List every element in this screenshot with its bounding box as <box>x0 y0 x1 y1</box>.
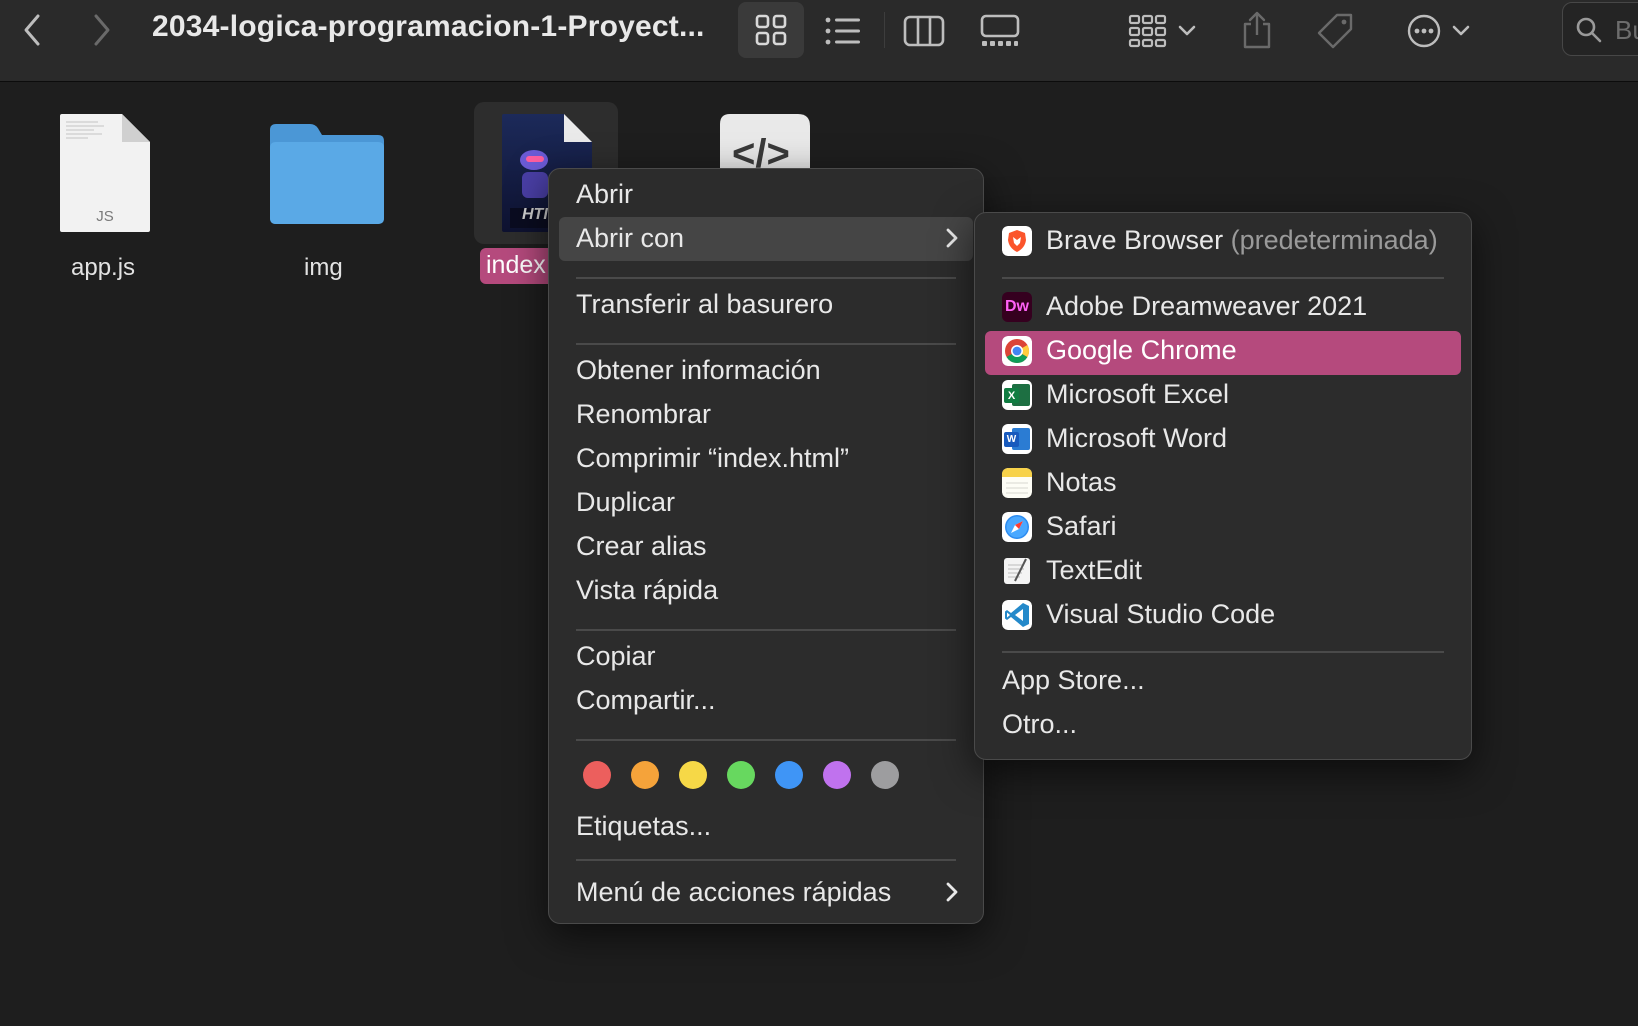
open-with-submenu: Brave Browser (predeterminada) Dw Adobe … <box>974 212 1472 760</box>
group-icon <box>1128 14 1167 48</box>
dreamweaver-icon: Dw <box>1002 292 1032 322</box>
brave-icon <box>1002 226 1032 256</box>
column-view-button[interactable] <box>898 6 950 56</box>
tag-button[interactable] <box>1310 6 1360 56</box>
gallery-view-button[interactable] <box>974 6 1026 56</box>
app-name: Safari <box>1046 511 1117 541</box>
app-item-safari[interactable]: Safari <box>985 507 1461 551</box>
folder-img[interactable]: img <box>266 122 388 282</box>
menu-item-get-info[interactable]: Obtener información <box>559 349 973 393</box>
vscode-icon <box>1002 600 1032 630</box>
file-app-js[interactable]: JS app.js <box>58 112 158 282</box>
search-field[interactable]: Bu <box>1562 2 1638 56</box>
list-view-icon <box>825 17 860 45</box>
menu-separator <box>576 277 956 279</box>
context-menu: Abrir Abrir con Transferir al basurero O… <box>548 168 984 924</box>
window-title: 2034-logica-programacion-1-Proyect... <box>152 10 705 43</box>
app-name: Microsoft Word <box>1046 423 1228 453</box>
file-name: app.js <box>71 254 136 281</box>
search-placeholder: Bu <box>1615 15 1638 45</box>
icon-view-button[interactable] <box>738 2 804 58</box>
menu-item-share[interactable]: Compartir... <box>559 679 973 723</box>
share-button[interactable] <box>1234 4 1280 56</box>
menu-item-quick-actions[interactable]: Menú de acciones rápidas <box>559 871 973 915</box>
chevron-right-icon <box>946 882 958 902</box>
folder-icon <box>270 124 384 224</box>
menu-separator <box>1002 651 1444 653</box>
column-view-icon <box>903 15 945 47</box>
file-name: img <box>304 254 343 281</box>
more-actions-button[interactable] <box>1398 6 1478 56</box>
tag-icon <box>1317 13 1353 49</box>
menu-separator <box>576 859 956 861</box>
menu-item-move-to-trash[interactable]: Transferir al basurero <box>559 283 973 327</box>
app-name: Brave Browser <box>1046 225 1224 255</box>
finder-toolbar: 2034-logica-programacion-1-Proyect... B <box>0 0 1638 82</box>
tag-color-purple[interactable] <box>823 761 851 789</box>
chrome-icon <box>1002 336 1032 366</box>
tag-color-orange[interactable] <box>631 761 659 789</box>
menu-separator <box>1002 277 1444 279</box>
app-name: Microsoft Excel <box>1046 379 1230 409</box>
list-view-button[interactable] <box>818 6 868 56</box>
file-type-label: JS <box>96 208 114 225</box>
menu-item-open[interactable]: Abrir <box>559 173 973 217</box>
app-item-word[interactable]: W Microsoft Word <box>985 419 1461 463</box>
app-name: Visual Studio Code <box>1046 599 1276 629</box>
menu-item-rename[interactable]: Renombrar <box>559 393 973 437</box>
app-item-dreamweaver[interactable]: Dw Adobe Dreamweaver 2021 <box>985 287 1461 331</box>
app-item-brave[interactable]: Brave Browser (predeterminada) <box>985 221 1461 265</box>
tag-color-blue[interactable] <box>775 761 803 789</box>
chevron-right-icon <box>94 14 110 46</box>
menu-item-other[interactable]: Otro... <box>985 703 1461 747</box>
default-suffix: (predeterminada) <box>1230 225 1438 255</box>
menu-separator <box>576 343 956 345</box>
menu-item-duplicate[interactable]: Duplicar <box>559 481 973 525</box>
chevron-left-icon <box>24 14 40 46</box>
app-item-vscode[interactable]: Visual Studio Code <box>985 595 1461 639</box>
menu-item-tags[interactable]: Etiquetas... <box>559 805 973 849</box>
menu-item-open-with[interactable]: Abrir con <box>559 217 973 261</box>
menu-item-quick-look[interactable]: Vista rápida <box>559 569 973 613</box>
app-name: Notas <box>1046 467 1117 497</box>
group-button[interactable] <box>1122 6 1202 56</box>
more-icon <box>1407 14 1441 48</box>
menu-item-compress[interactable]: Comprimir “index.html” <box>559 437 973 481</box>
chevron-down-icon <box>1452 25 1470 36</box>
chevron-down-icon <box>1178 25 1196 36</box>
menu-separator <box>576 629 956 631</box>
app-name: Adobe Dreamweaver 2021 <box>1046 291 1368 321</box>
file-type-label: HTI <box>522 206 548 223</box>
file-code[interactable]: </> <box>718 112 818 172</box>
icon-view-icon <box>755 14 787 46</box>
menu-item-make-alias[interactable]: Crear alias <box>559 525 973 569</box>
file-type-label: </> <box>732 132 790 172</box>
app-item-excel[interactable]: X Microsoft Excel <box>985 375 1461 419</box>
app-name: Google Chrome <box>1046 335 1237 365</box>
menu-separator <box>576 739 956 741</box>
textedit-icon <box>1004 558 1030 584</box>
toolbar-divider <box>884 12 885 48</box>
app-name: TextEdit <box>1046 555 1143 585</box>
notes-icon <box>1002 468 1032 498</box>
file-name: index <box>486 251 546 279</box>
forward-button[interactable] <box>82 10 122 50</box>
tag-color-yellow[interactable] <box>679 761 707 789</box>
safari-icon <box>1002 512 1032 542</box>
tag-color-gray[interactable] <box>871 761 899 789</box>
back-button[interactable] <box>12 10 52 50</box>
app-item-textedit[interactable]: TextEdit <box>985 551 1461 595</box>
gallery-view-icon <box>980 14 1020 46</box>
chevron-right-icon <box>946 228 958 248</box>
tag-color-green[interactable] <box>727 761 755 789</box>
search-icon <box>1576 17 1602 43</box>
app-item-chrome[interactable]: Google Chrome <box>985 331 1461 375</box>
share-icon <box>1243 11 1271 49</box>
app-item-notes[interactable]: Notas <box>985 463 1461 507</box>
menu-item-copy[interactable]: Copiar <box>559 635 973 679</box>
excel-icon: X <box>1002 380 1032 410</box>
tag-color-red[interactable] <box>583 761 611 789</box>
menu-item-app-store[interactable]: App Store... <box>985 659 1461 703</box>
word-icon: W <box>1002 424 1032 454</box>
